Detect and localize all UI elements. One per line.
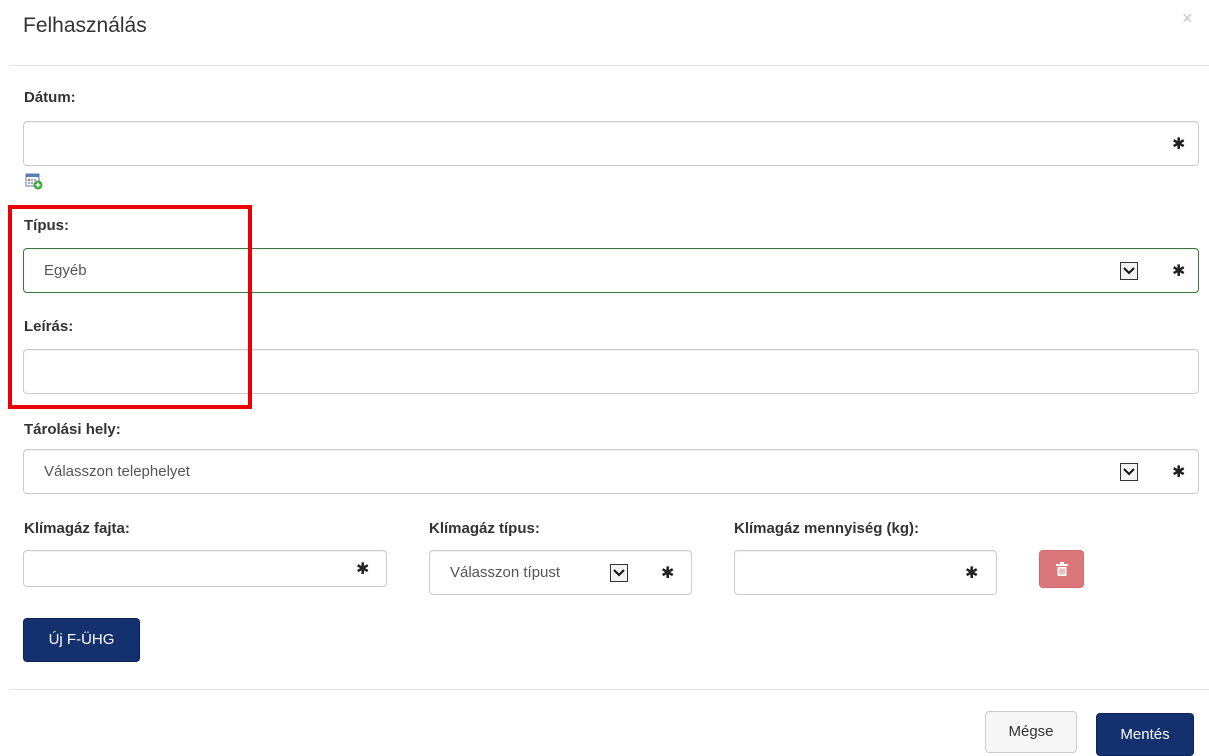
close-icon[interactable]: × <box>1182 8 1193 29</box>
type-dropdown-chevron-down-icon[interactable] <box>1120 262 1138 280</box>
save-button[interactable]: Mentés <box>1096 713 1194 756</box>
highlight-rectangle <box>8 205 252 409</box>
gas-kind-input[interactable]: ✱ <box>23 550 387 587</box>
dialog-title: Felhasználás <box>23 14 147 37</box>
calendar-add-icon[interactable] <box>25 172 43 190</box>
storage-dropdown-chevron-down-icon[interactable] <box>1120 463 1138 481</box>
storage-selected-value: Válasszon telephelyet <box>44 463 190 480</box>
header-divider <box>10 65 1209 66</box>
storage-select[interactable]: Válasszon telephelyet ✱ <box>23 449 1199 494</box>
type-required-asterisk-icon: ✱ <box>1172 263 1186 280</box>
gas-type-dropdown-chevron-down-icon[interactable] <box>610 564 628 582</box>
gas-amount-required-asterisk-icon: ✱ <box>965 565 979 582</box>
date-input[interactable]: ✱ <box>23 121 1199 166</box>
storage-label: Tárolási hely: <box>24 421 121 438</box>
gas-type-selected-value: Válasszon típust <box>450 564 561 581</box>
new-fuhg-button[interactable]: Új F-ÜHG <box>23 618 140 662</box>
gas-kind-required-asterisk-icon: ✱ <box>356 561 370 578</box>
gas-amount-label: Klímagáz mennyiség (kg): <box>734 520 920 537</box>
date-label: Dátum: <box>24 89 76 106</box>
footer-divider <box>10 689 1209 690</box>
date-required-asterisk-icon: ✱ <box>1172 136 1186 153</box>
storage-required-asterisk-icon: ✱ <box>1172 464 1186 481</box>
gas-amount-input[interactable]: ✱ <box>734 550 997 595</box>
trash-icon <box>1056 562 1068 576</box>
gas-type-label: Klímagáz típus: <box>429 520 540 537</box>
gas-kind-label: Klímagáz fajta: <box>24 520 130 537</box>
delete-row-button[interactable] <box>1039 550 1084 588</box>
gas-type-select[interactable]: Válasszon típust ✱ <box>429 550 692 595</box>
gas-type-required-asterisk-icon: ✱ <box>661 565 675 582</box>
cancel-button[interactable]: Mégse <box>985 711 1077 753</box>
